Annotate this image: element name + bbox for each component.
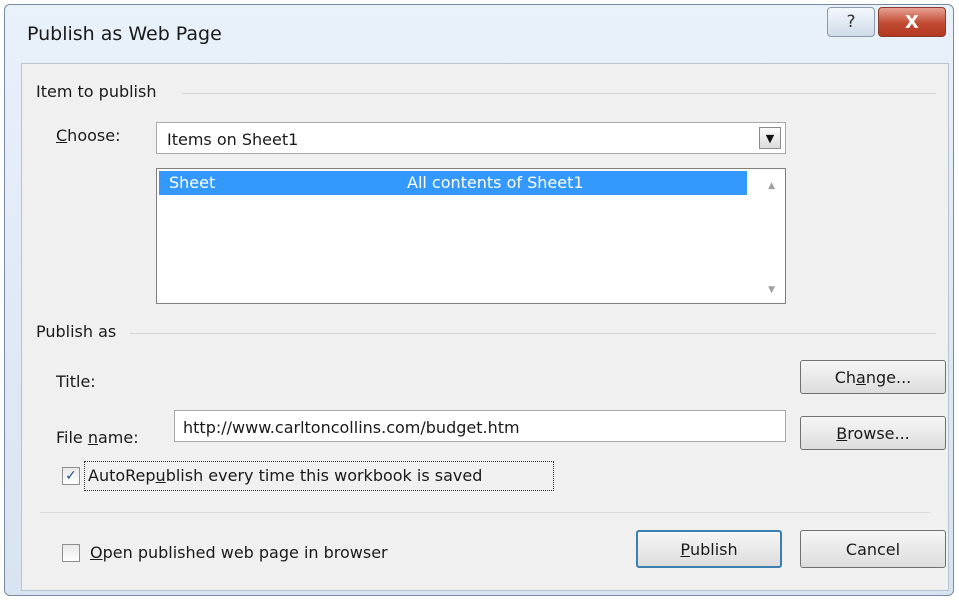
autorepublish-checkbox[interactable]: ✓: [62, 467, 80, 485]
item-to-publish-group-label: Item to publish: [36, 82, 157, 101]
file-name-value: http://www.carltoncollins.com/budget.htm: [183, 418, 520, 437]
publish-as-group-label: Publish as: [36, 322, 117, 341]
file-name-input[interactable]: http://www.carltoncollins.com/budget.htm: [174, 410, 786, 442]
dropdown-arrow-icon[interactable]: ▼: [759, 127, 781, 149]
help-button[interactable]: ?: [827, 7, 875, 37]
list-item[interactable]: Sheet All contents of Sheet1: [159, 171, 747, 195]
footer-divider: [40, 512, 930, 513]
change-button[interactable]: Ch a nge...: [800, 360, 946, 394]
group-divider: [130, 333, 936, 334]
close-button[interactable]: X: [878, 7, 946, 37]
file-name-label: File name:: [56, 428, 139, 447]
close-icon: X: [905, 11, 919, 33]
group-divider: [182, 93, 936, 94]
items-listbox[interactable]: Sheet All contents of Sheet1 ▲ ▼: [156, 168, 786, 304]
cancel-button[interactable]: Cancel: [800, 530, 946, 568]
scroll-down-icon[interactable]: ▼: [768, 285, 775, 295]
browse-button[interactable]: Browse...: [800, 416, 946, 450]
dialog-content: Item to publish Choose: Items on Sheet1 …: [21, 63, 949, 591]
choose-combobox-value: Items on Sheet1: [167, 130, 299, 149]
list-item-name: Sheet: [169, 173, 216, 192]
autorepublish-label[interactable]: AutoRepublish every time this workbook i…: [88, 466, 482, 485]
checkmark-icon: ✓: [65, 468, 77, 484]
dialog-title: Publish as Web Page: [27, 23, 222, 45]
dialog-window: Publish as Web Page ? X Item to publish …: [4, 4, 954, 596]
open-in-browser-label[interactable]: Open published web page in browser: [90, 543, 388, 562]
choose-label: Choose:: [56, 126, 121, 145]
choose-combobox[interactable]: Items on Sheet1 ▼: [156, 122, 786, 154]
scroll-up-icon[interactable]: ▲: [768, 181, 775, 191]
list-item-description: All contents of Sheet1: [407, 173, 584, 192]
title-bar: Publish as Web Page ? X: [5, 5, 953, 61]
publish-button[interactable]: Publish: [636, 530, 782, 568]
open-in-browser-checkbox[interactable]: [62, 544, 80, 562]
help-icon: ?: [846, 12, 856, 32]
title-label: Title:: [56, 372, 96, 391]
